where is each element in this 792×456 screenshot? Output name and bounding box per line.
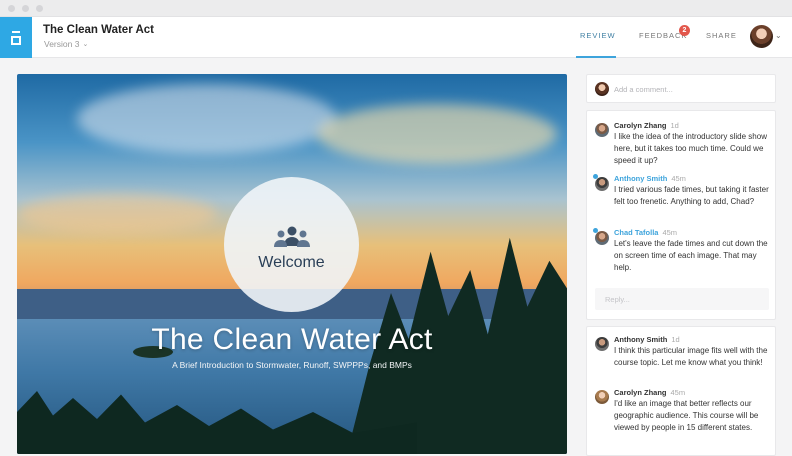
logo-icon[interactable]	[0, 17, 32, 58]
comment-author: Carolyn Zhang 45m	[614, 388, 685, 397]
window-dot[interactable]	[8, 5, 15, 12]
slide-preview[interactable]: Welcome The Clean Water Act A Brief Intr…	[17, 74, 567, 454]
version-selector[interactable]: Version 3 ⌄	[44, 39, 88, 49]
version-label: Version 3	[44, 39, 80, 49]
tab-review[interactable]: REVIEW	[580, 31, 616, 40]
avatar	[595, 337, 609, 351]
comment-text: Let's leave the fade times and cut down …	[614, 239, 768, 272]
cloud	[317, 104, 557, 164]
feedback-count-badge: 2	[679, 25, 690, 36]
chevron-down-icon: ⌄	[82, 41, 89, 48]
comment-author: Chad Tafolla 45m	[614, 228, 677, 237]
top-bar: The Clean Water Act Version 3 ⌄ REVIEW F…	[0, 17, 792, 58]
author-name: Carolyn Zhang	[614, 388, 667, 397]
author-name: Anthony Smith	[614, 335, 668, 344]
cloud	[17, 194, 217, 234]
comment-time: 45m	[671, 174, 686, 183]
reply-field[interactable]: Reply...	[595, 288, 769, 310]
comment-author: Anthony Smith 45m	[614, 174, 686, 183]
tab-share[interactable]: SHARE	[706, 31, 737, 40]
author-name: Carolyn Zhang	[614, 121, 667, 130]
add-comment-box[interactable]: Add a comment...	[586, 74, 776, 103]
project-title: The Clean Water Act	[43, 24, 154, 36]
comment-text: I like the idea of the introductory slid…	[614, 132, 767, 165]
comment-thread: Anthony Smith 1d I think this particular …	[586, 326, 776, 456]
comment-thread: Carolyn Zhang 1d I like the idea of the i…	[586, 110, 776, 320]
window-dot[interactable]	[22, 5, 29, 12]
comment-input[interactable]: Add a comment...	[614, 85, 673, 94]
comment-text: I think this particular image fits well …	[614, 346, 768, 367]
avatar	[595, 231, 609, 245]
active-tab-indicator	[576, 56, 616, 58]
slide-subtitle: A Brief Introduction to Stormwater, Runo…	[172, 360, 412, 370]
cloud	[77, 84, 337, 154]
comment-time: 45m	[670, 388, 686, 397]
avatar	[595, 390, 609, 404]
welcome-badge: Welcome	[224, 177, 359, 312]
window-dot[interactable]	[36, 5, 43, 12]
chevron-down-icon[interactable]: ⌄	[775, 31, 782, 40]
comment-author: Carolyn Zhang 1d	[614, 121, 679, 130]
comment-time: 1d	[671, 335, 680, 344]
comment-time: 1d	[670, 121, 679, 130]
avatar	[595, 82, 609, 96]
avatar	[595, 177, 609, 191]
comment-text: I'd like an image that better reflects o…	[614, 399, 759, 432]
group-icon	[273, 226, 310, 247]
author-name: Chad Tafolla	[614, 228, 659, 237]
author-name: Anthony Smith	[614, 174, 668, 183]
avatar	[595, 123, 609, 137]
welcome-label: Welcome	[258, 253, 325, 271]
slide-title: The Clean Water Act	[151, 323, 433, 356]
window-chrome	[0, 0, 792, 17]
comment-author: Anthony Smith 1d	[614, 335, 680, 344]
comment-text: I tried various fade times, but taking i…	[614, 185, 769, 206]
user-avatar[interactable]	[750, 25, 773, 48]
comment-time: 45m	[662, 228, 678, 237]
reply-input[interactable]: Reply...	[605, 295, 630, 304]
